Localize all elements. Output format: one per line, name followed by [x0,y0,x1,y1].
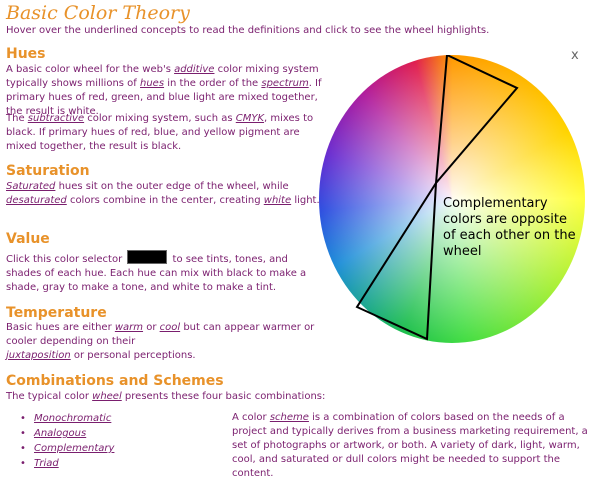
temperature-paragraph: Basic hues are either warm or cool but c… [6,321,336,363]
list-item: Triad [6,456,114,471]
term-scheme[interactable]: scheme [270,412,309,423]
term-triad[interactable]: Triad [34,458,59,469]
term-additive[interactable]: additive [174,64,214,75]
text: Basic hues are either [6,322,115,333]
text: presents these four basic combinations: [121,391,326,402]
scheme-paragraph: A color scheme is a combination of color… [232,411,594,481]
triangle-top [434,55,519,187]
term-wheel[interactable]: wheel [92,391,122,402]
text: A basic color wheel for the web's [6,64,175,75]
term-subtractive[interactable]: subtractive [28,113,84,124]
wheel-caption: Complementary colors are opposite of eac… [443,196,576,259]
hues-paragraph-2: The subtractive color mixing system, suc… [6,112,322,154]
color-selector-swatch[interactable] [127,250,168,264]
term-cmyk[interactable]: CMYK [236,113,264,124]
list-item: Monochromatic [6,411,114,426]
term-monochromatic[interactable]: Monochromatic [34,413,111,424]
term-complementary[interactable]: Complementary [34,443,114,454]
heading-temperature: Temperature [6,305,107,321]
term-white[interactable]: white [264,195,291,206]
list-item: Analogous [6,426,114,441]
triangle-bottom [355,179,438,341]
term-saturated[interactable]: Saturated [6,181,55,192]
text: in the order of the [164,78,262,89]
heading-value: Value [6,231,50,247]
term-cool[interactable]: cool [160,322,181,333]
text: color mixing system, such as [84,113,236,124]
term-spectrum[interactable]: spectrum [261,78,308,89]
text: The [6,113,28,124]
term-analogous[interactable]: Analogous [34,428,86,439]
page-title: Basic Color Theory [6,2,190,24]
heading-hues: Hues [6,46,46,62]
combinations-list: Monochromatic Analogous Complementary Tr… [6,411,114,471]
saturation-paragraph: Saturated hues sit on the outer edge of … [6,180,322,208]
list-item: Complementary [6,441,114,456]
value-paragraph: Click this color selector to see tints, … [6,250,322,295]
text: or [143,322,160,333]
text: hues sit on the outer edge of the wheel,… [55,181,289,192]
text: A color [232,412,270,423]
heading-combinations: Combinations and Schemes [6,373,224,389]
instructions-text: Hover over the underlined concepts to re… [6,25,490,36]
term-hues[interactable]: hues [140,78,164,89]
heading-saturation: Saturation [6,163,90,179]
text: colors combine in the center, creating [66,195,264,206]
hues-paragraph-1: A basic color wheel for the web's additi… [6,63,322,119]
text: light. [291,195,320,206]
text: or personal perceptions. [70,350,196,361]
term-desaturated[interactable]: desaturated [6,195,67,206]
term-juxtaposition[interactable]: juxtaposition [6,350,71,361]
text: The typical color [6,391,93,402]
combinations-intro: The typical color wheel presents these f… [6,390,346,404]
text: Click this color selector [6,254,126,265]
term-warm[interactable]: warm [115,322,143,333]
